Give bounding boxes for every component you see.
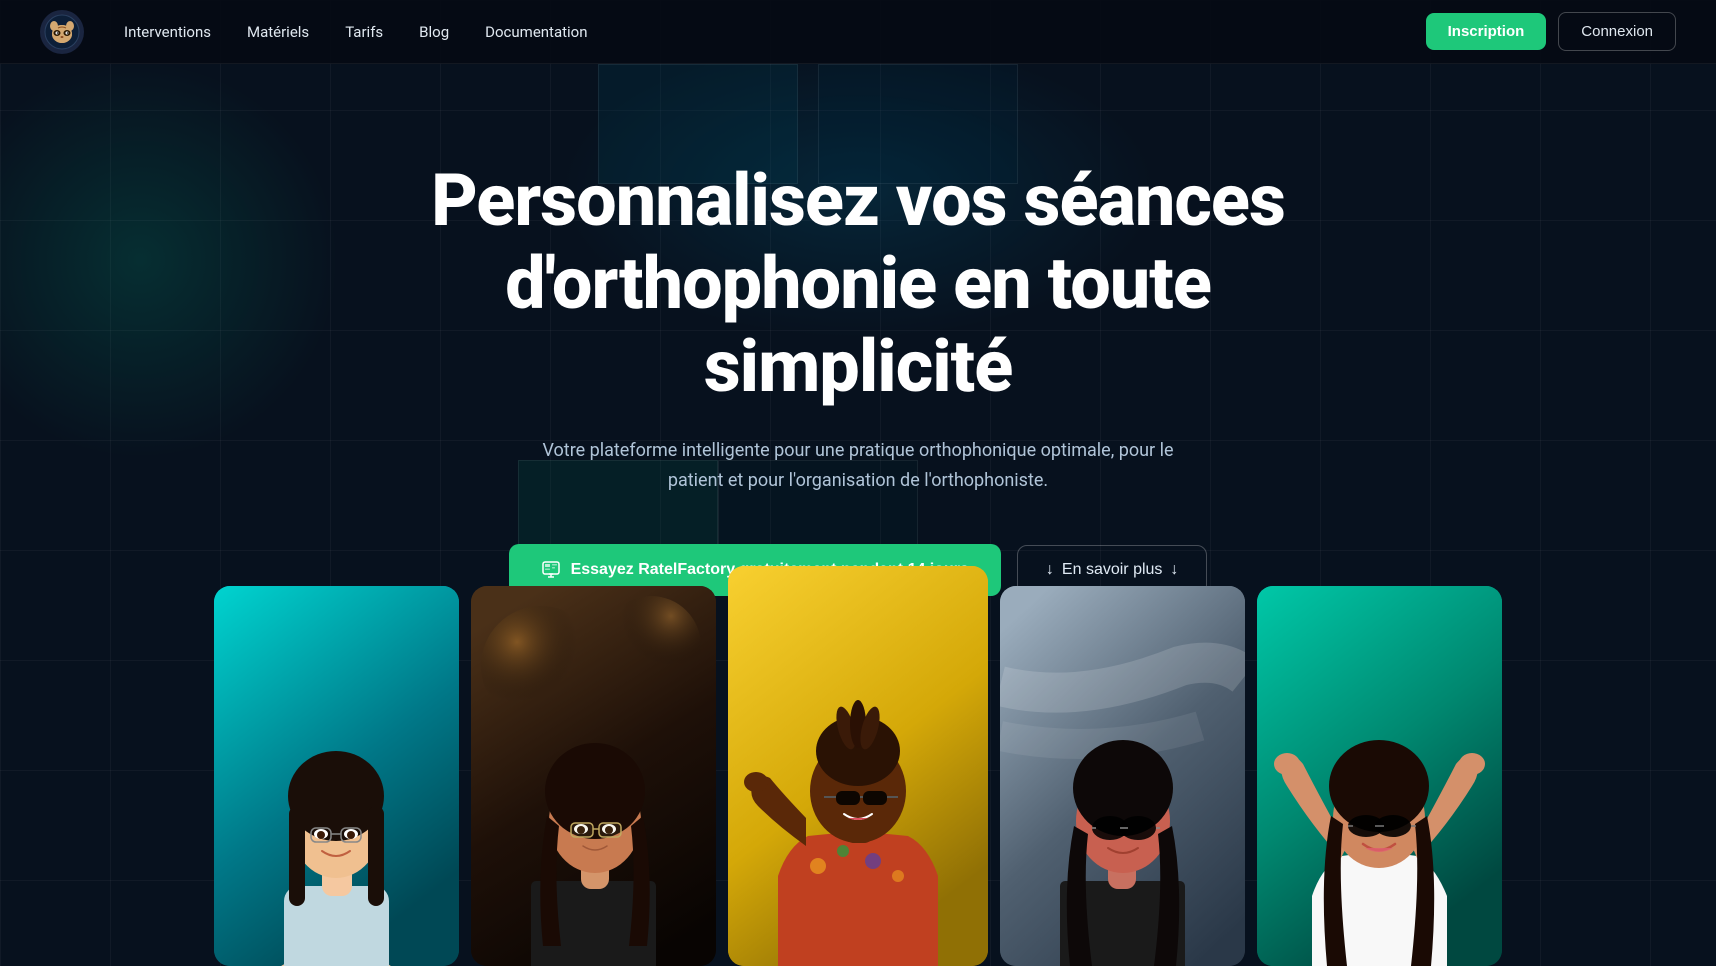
- hero-title-line2: d'orthophonie en toute simplicité: [505, 241, 1211, 409]
- photo-row: [0, 566, 1716, 966]
- photo-card-3: [728, 566, 988, 966]
- nav-link-blog[interactable]: Blog: [419, 23, 449, 41]
- nav-link-tarifs[interactable]: Tarifs: [345, 23, 383, 41]
- inscription-button[interactable]: Inscription: [1426, 13, 1547, 50]
- photo-card-4: [1000, 586, 1245, 966]
- nav-link-interventions[interactable]: Interventions: [124, 23, 211, 41]
- nav-links: Interventions Matériels Tarifs Blog Docu…: [124, 22, 588, 41]
- hero-title-line1: Personnalisez vos séances: [431, 158, 1285, 243]
- nav-link-documentation[interactable]: Documentation: [485, 23, 587, 41]
- hero-section: Personnalisez vos séances d'orthophonie …: [0, 0, 1716, 966]
- nav-item-tarifs[interactable]: Tarifs: [345, 22, 383, 41]
- nav-left: Interventions Matériels Tarifs Blog Docu…: [40, 10, 588, 54]
- connexion-button[interactable]: Connexion: [1558, 12, 1676, 51]
- navbar: Interventions Matériels Tarifs Blog Docu…: [0, 0, 1716, 64]
- photo-card-1: [214, 586, 459, 966]
- hero-title: Personnalisez vos séances d'orthophonie …: [408, 160, 1308, 408]
- nav-item-materiels[interactable]: Matériels: [247, 22, 309, 41]
- nav-right: Inscription Connexion: [1426, 12, 1676, 51]
- nav-item-documentation[interactable]: Documentation: [485, 22, 587, 41]
- nav-item-interventions[interactable]: Interventions: [124, 22, 211, 41]
- logo-link[interactable]: [40, 10, 84, 54]
- photo-card-5: [1257, 586, 1502, 966]
- nav-link-materiels[interactable]: Matériels: [247, 23, 309, 41]
- photo-card-2: [471, 586, 716, 966]
- hero-subtitle: Votre plateforme intelligente pour une p…: [518, 436, 1198, 495]
- logo-icon: [40, 10, 84, 54]
- nav-item-blog[interactable]: Blog: [419, 22, 449, 41]
